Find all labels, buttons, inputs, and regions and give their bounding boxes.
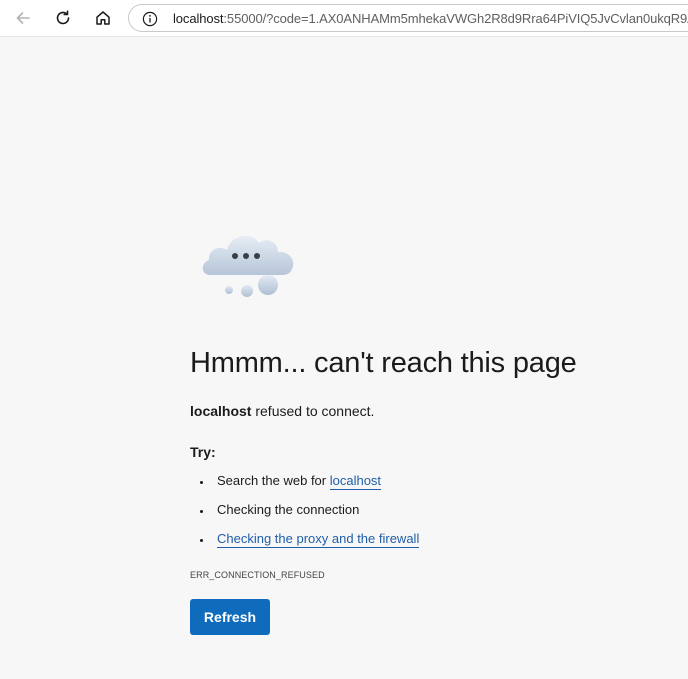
suggestion-search: Search the web for localhost [190, 473, 419, 502]
url-text[interactable]: localhost:55000/?code=1.AX0ANHAMm5mhekaV… [173, 11, 688, 26]
refused-host: localhost [190, 403, 252, 419]
refresh-page-button[interactable] [48, 4, 78, 32]
page-title: Hmmm... can't reach this page [190, 347, 577, 379]
info-icon[interactable] [142, 11, 158, 27]
refused-text: refused to connect. [251, 403, 375, 419]
suggestion-connection: Checking the connection [190, 502, 419, 531]
refused-message: localhost refused to connect. [190, 403, 374, 419]
error-code: ERR_CONNECTION_REFUSED [190, 570, 325, 580]
suggestion-connection-text: Checking the connection [217, 502, 360, 517]
url-path: :55000/?code=1.AX0ANHAMm5mhekaVWGh2R8d9R… [223, 11, 688, 26]
suggestion-search-text: Search the web for [217, 473, 330, 488]
back-arrow-icon [16, 12, 30, 24]
refresh-button[interactable]: Refresh [190, 599, 270, 635]
browser-toolbar: localhost:55000/?code=1.AX0ANHAMm5mhekaV… [0, 0, 688, 36]
home-button[interactable] [88, 4, 118, 32]
back-button[interactable] [8, 4, 38, 32]
url-host: localhost [173, 11, 224, 26]
suggestion-proxy: Checking the proxy and the firewall [190, 531, 420, 560]
try-label: Try: [190, 444, 216, 460]
cloud-icon [202, 235, 294, 297]
page-content: Hmmm... can't reach this page localhost … [0, 36, 688, 679]
proxy-firewall-link[interactable]: Checking the proxy and the firewall [217, 531, 420, 548]
refresh-icon [56, 10, 70, 25]
suggestions-list: Search the web for localhost Checking th… [190, 473, 420, 560]
home-icon [96, 11, 110, 25]
address-bar[interactable]: localhost:55000/?code=1.AX0ANHAMm5mhekaV… [128, 4, 688, 32]
search-localhost-link[interactable]: localhost [329, 473, 382, 490]
